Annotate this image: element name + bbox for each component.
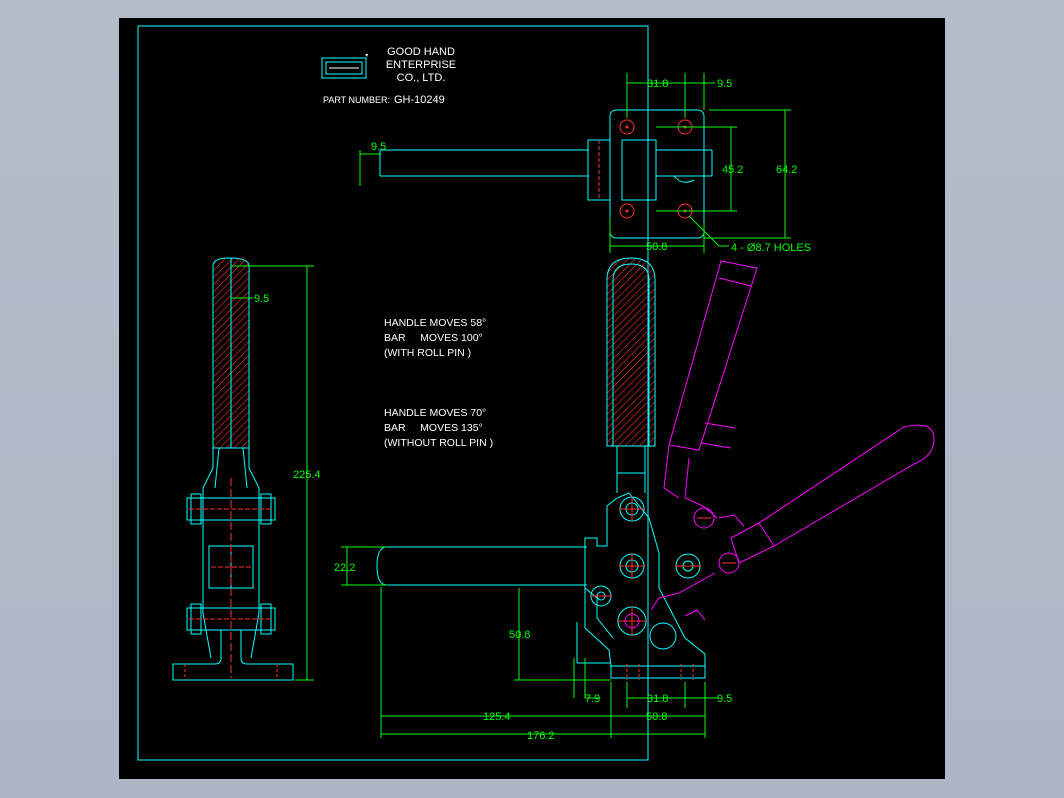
dim-50-8-top: 50.8 xyxy=(646,241,667,253)
notes-without-pin: HANDLE MOVES 70° BAR MOVES 135° (WITHOUT… xyxy=(384,407,493,449)
note-line: (WITH ROLL PIN ) xyxy=(384,347,471,359)
company-line3: CO., LTD. xyxy=(397,72,446,84)
note-line: HANDLE MOVES 70° xyxy=(384,407,486,419)
dim-50-8-bot: 50.8 xyxy=(646,711,667,723)
dim-45-2: 45.2 xyxy=(722,164,743,176)
dim-125-4: 125.4 xyxy=(483,711,511,723)
dim-bot-31-8: 31.8 xyxy=(647,693,668,705)
dim-top-31-8: 31.8 xyxy=(647,78,668,90)
part-number: GH-10249 xyxy=(394,94,445,106)
dim-bot-9-5: 9.5 xyxy=(717,693,732,705)
dim-bar-9-5: 9.5 xyxy=(371,141,386,153)
top-view xyxy=(379,109,713,239)
company-line1: GOOD HAND xyxy=(387,46,455,58)
pivot-pin xyxy=(590,585,612,607)
front-view-dimensions xyxy=(341,546,719,738)
company-logo xyxy=(321,54,368,79)
note-line: (WITHOUT ROLL PIN ) xyxy=(384,437,493,449)
side-view xyxy=(172,257,294,681)
notes-with-pin: HANDLE MOVES 58° BAR MOVES 100° (WITH RO… xyxy=(384,317,486,359)
dim-50-8-mid: 50.8 xyxy=(509,629,530,641)
dim-holes: 4 - Ø8.7 HOLES xyxy=(731,242,811,254)
part-number-label: PART NUMBER: xyxy=(323,95,390,105)
dim-side-225-4: 225.4 xyxy=(293,469,321,481)
pivot-pin xyxy=(619,553,645,579)
dim-176-2: 176.2 xyxy=(527,730,555,742)
mount-hole xyxy=(619,119,635,135)
pivot-pin xyxy=(619,496,645,522)
dim-side-9-5: 9.5 xyxy=(254,293,269,305)
drawing-canvas: GOOD HAND ENTERPRISE CO., LTD. PART NUMB… xyxy=(137,25,935,761)
note-line: BAR MOVES 100° xyxy=(384,332,483,344)
note-line: BAR MOVES 135° xyxy=(384,422,483,434)
mount-hole xyxy=(619,203,635,219)
pivot-pin xyxy=(675,553,701,579)
dim-7-9: 7.9 xyxy=(585,693,600,705)
pivot-pin xyxy=(617,606,647,636)
dim-top-9-5: 9.5 xyxy=(717,78,732,90)
company-line2: ENTERPRISE xyxy=(386,59,456,71)
dim-64-2: 64.2 xyxy=(776,164,797,176)
stop-knob xyxy=(649,622,677,650)
dim-22-2: 22.2 xyxy=(334,562,355,574)
cad-viewport[interactable]: GOOD HAND ENTERPRISE CO., LTD. PART NUMB… xyxy=(119,18,945,779)
note-line: HANDLE MOVES 58° xyxy=(384,317,486,329)
